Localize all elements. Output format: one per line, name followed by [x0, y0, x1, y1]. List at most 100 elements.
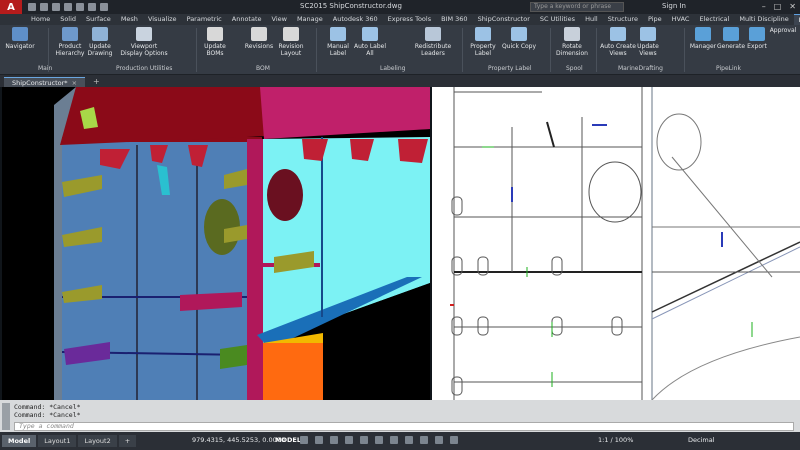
ribbon-tab-shipconstructor[interactable]: ShipConstructor: [473, 14, 535, 25]
redo-icon[interactable]: [100, 3, 108, 11]
command-history-line: Command: *Cancel*: [14, 411, 81, 419]
transparency-icon[interactable]: [405, 436, 413, 444]
command-input[interactable]: Type a command: [14, 422, 794, 431]
save-as-icon[interactable]: [64, 3, 72, 11]
ribbon-tab-pipe[interactable]: Pipe: [643, 14, 667, 25]
add-layout-icon[interactable]: +: [118, 435, 137, 447]
hierarchy-icon: [62, 27, 78, 41]
quick-copy-button[interactable]: Quick Copy: [496, 27, 542, 50]
navigator-button[interactable]: Navigator: [0, 27, 40, 50]
polar-icon[interactable]: [345, 436, 353, 444]
plot-icon[interactable]: [76, 3, 84, 11]
close-icon[interactable]: ×: [72, 79, 77, 87]
ribbon-tab-hull[interactable]: Hull: [580, 14, 603, 25]
quick-access-toolbar: [28, 3, 108, 11]
ribbon-tab-visualize[interactable]: Visualize: [143, 14, 182, 25]
label-icon: [330, 27, 346, 41]
ribbon-tab-manage[interactable]: Manage: [292, 14, 328, 25]
drawing-area[interactable]: [0, 87, 800, 401]
annotation-scale[interactable]: 1:1 / 100%: [598, 436, 633, 444]
ortho-icon[interactable]: [330, 436, 338, 444]
panel-separator: [596, 28, 597, 72]
revision-layout-button[interactable]: Revision Layout: [272, 27, 310, 57]
selection-cycling-icon[interactable]: [420, 436, 428, 444]
ribbon-tab-view[interactable]: View: [267, 14, 292, 25]
panel-label-main[interactable]: Main: [38, 65, 52, 72]
ribbon-tab-bar: Home Solid Surface Mesh Visualize Parametric A…: [0, 14, 800, 25]
ribbon-tab-express-tools[interactable]: Express Tools: [383, 14, 436, 25]
panel-label-property-label[interactable]: Property Label: [488, 65, 531, 72]
panel-label-production-utilities[interactable]: Production Utilities: [116, 65, 172, 72]
command-line-grip[interactable]: [2, 403, 10, 430]
open-icon[interactable]: [40, 3, 48, 11]
update-views-button[interactable]: Update Views: [628, 27, 668, 57]
ribbon-tab-sc-utilities[interactable]: SC Utilities: [535, 14, 580, 25]
dynamic-ucs-icon[interactable]: [435, 436, 443, 444]
autocad-window: A SC2015 ShipConstructor.dwg Type a keyw…: [0, 0, 800, 450]
tab-layout2[interactable]: Layout2: [78, 435, 117, 447]
lineweight-icon[interactable]: [390, 436, 398, 444]
grid-icon[interactable]: [300, 436, 308, 444]
ribbon-tab-autodesk-360[interactable]: Autodesk 360: [328, 14, 383, 25]
approval-button[interactable]: Approval: [768, 27, 798, 34]
new-icon[interactable]: [28, 3, 36, 11]
export-icon: [749, 27, 765, 41]
ribbon-tab-structure[interactable]: Structure: [603, 14, 643, 25]
sign-in-button[interactable]: Sign In: [662, 2, 686, 10]
auto-label-all-button[interactable]: Auto Label All: [350, 27, 390, 57]
panel-label-pipelink[interactable]: PipeLink: [716, 65, 741, 72]
search-input[interactable]: Type a keyword or phrase: [530, 2, 624, 12]
viewport-2d-drawing[interactable]: [432, 87, 800, 401]
ribbon-tab-electrical[interactable]: Electrical: [694, 14, 734, 25]
ribbon-tab-solid[interactable]: Solid: [55, 14, 81, 25]
update-drawing-icon: [92, 27, 108, 41]
file-tab[interactable]: ShipConstructor* ×: [4, 76, 86, 87]
ribbon-tab-annotate[interactable]: Annotate: [227, 14, 267, 25]
snap-icon[interactable]: [315, 436, 323, 444]
ribbon-tab-home[interactable]: Home: [26, 14, 55, 25]
ribbon-tab-multi-discipline[interactable]: Multi Discipline: [734, 14, 793, 25]
minimize-icon[interactable]: –: [762, 2, 766, 11]
otrack-icon[interactable]: [375, 436, 383, 444]
panel-separator: [684, 28, 685, 72]
panel-separator: [462, 28, 463, 72]
command-line: Command: *Cancel* Command: *Cancel* Type…: [0, 400, 800, 432]
file-tab-bar: ShipConstructor* × +: [0, 76, 800, 87]
update-drawing-button[interactable]: Update Drawing: [80, 27, 120, 57]
coordinate-readout: 979.4315, 445.5253, 0.0000: [192, 436, 286, 444]
panel-label-spool[interactable]: Spool: [566, 65, 583, 72]
save-icon[interactable]: [52, 3, 60, 11]
maximize-icon[interactable]: □: [774, 2, 782, 11]
close-icon[interactable]: ✕: [789, 2, 796, 11]
views-icon: [610, 27, 626, 41]
panel-label-marinedrafting[interactable]: MarineDrafting: [618, 65, 663, 72]
viewport-3d[interactable]: [2, 87, 430, 400]
ribbon-tab-surface[interactable]: Surface: [81, 14, 116, 25]
ribbon-tab-production[interactable]: Production: [793, 14, 800, 25]
ribbon-tab-mesh[interactable]: Mesh: [116, 14, 143, 25]
new-tab-icon[interactable]: +: [93, 77, 100, 86]
ribbon-tab-parametric[interactable]: Parametric: [182, 14, 227, 25]
rotate-dimension-button[interactable]: Rotate Dimension: [552, 27, 592, 57]
update-boms-button[interactable]: Update BOMs: [198, 27, 232, 57]
rotate-icon: [564, 27, 580, 41]
app-menu-button[interactable]: A: [0, 0, 22, 14]
panel-label-labeling[interactable]: Labeling: [380, 65, 405, 72]
ribbon-tab-hvac[interactable]: HVAC: [667, 14, 695, 25]
revisions-icon: [251, 27, 267, 41]
tab-layout1[interactable]: Layout1: [38, 435, 77, 447]
model-space-toggle[interactable]: MODEL: [275, 436, 301, 444]
window-title: SC2015 ShipConstructor.dwg: [300, 2, 402, 10]
panel-label-bom[interactable]: BOM: [256, 65, 270, 72]
ribbon-tab-bim-360[interactable]: BIM 360: [436, 14, 472, 25]
tab-model[interactable]: Model: [2, 435, 37, 447]
auto-label-icon: [362, 27, 378, 41]
units-dropdown[interactable]: Decimal: [688, 436, 715, 444]
navigator-icon: [12, 27, 28, 41]
annotation-visibility-icon[interactable]: [450, 436, 458, 444]
viewport-display-options-button[interactable]: Viewport Display Options: [118, 27, 170, 57]
osnap-icon[interactable]: [360, 436, 368, 444]
table-icon: [207, 27, 223, 41]
redistribute-leaders-button[interactable]: Redistribute Leaders: [410, 27, 456, 57]
undo-icon[interactable]: [88, 3, 96, 11]
